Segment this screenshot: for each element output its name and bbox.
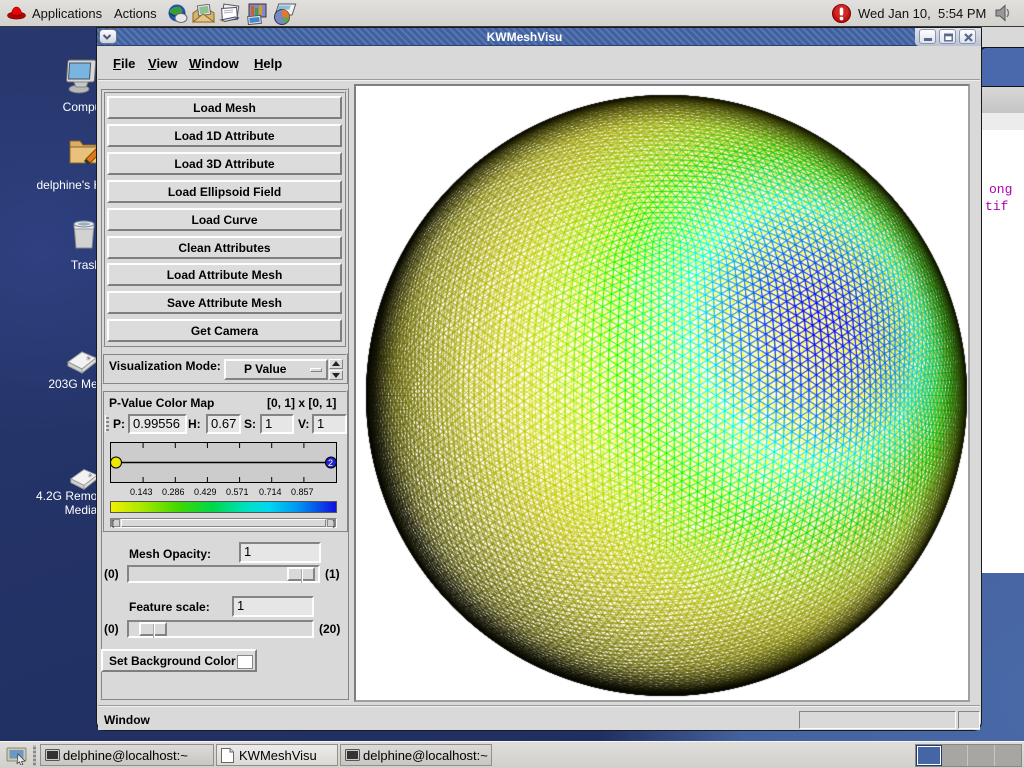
- svg-text:2: 2: [328, 458, 333, 468]
